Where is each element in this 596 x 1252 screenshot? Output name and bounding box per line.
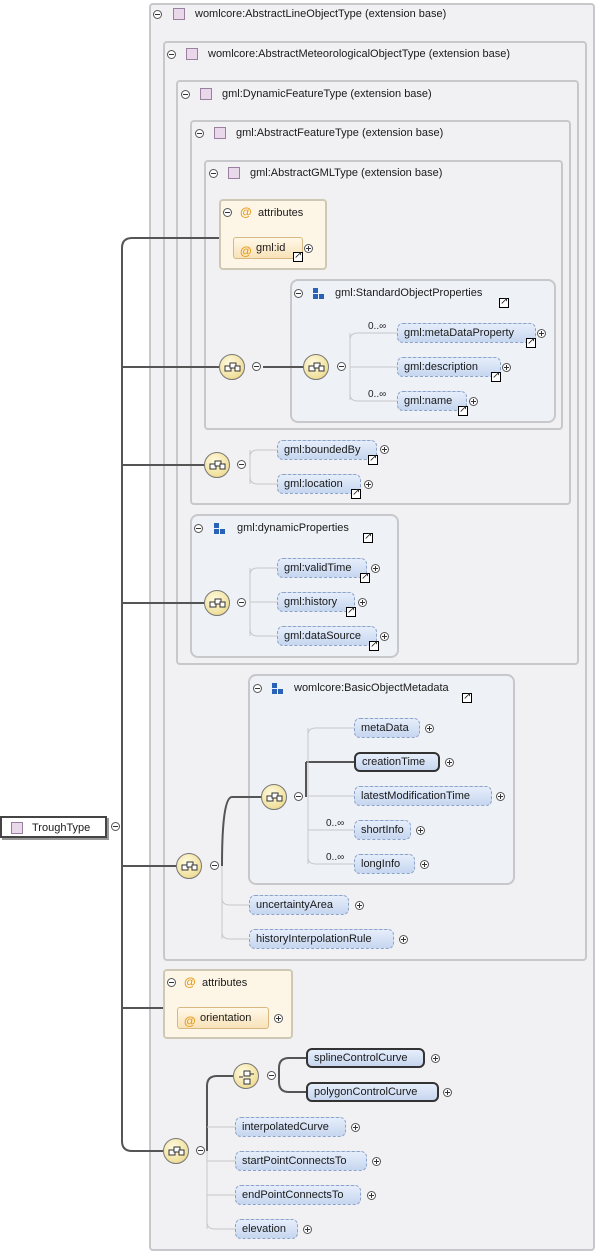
collapse-icon[interactable] bbox=[210, 861, 219, 870]
sequence-compositor-icon[interactable] bbox=[261, 784, 287, 810]
collapse-icon[interactable] bbox=[294, 792, 303, 801]
schema-diagram: womlcore:AbstractLineObjectType (extensi… bbox=[0, 0, 596, 1252]
sequence-compositor-icon[interactable] bbox=[204, 452, 230, 478]
type-square-icon bbox=[11, 822, 23, 834]
collapse-icon[interactable] bbox=[252, 362, 261, 371]
choice-compositor-icon[interactable] bbox=[233, 1063, 259, 1089]
root-type-trough-type[interactable]: TroughType bbox=[0, 816, 107, 838]
collapse-icon[interactable] bbox=[111, 822, 120, 831]
sequence-compositor-icon[interactable] bbox=[176, 853, 202, 879]
sequence-compositor-icon[interactable] bbox=[303, 354, 329, 380]
collapse-icon[interactable] bbox=[237, 460, 246, 469]
sequence-compositor-icon[interactable] bbox=[219, 354, 245, 380]
collapse-icon[interactable] bbox=[237, 598, 246, 607]
collapse-icon[interactable] bbox=[267, 1071, 276, 1080]
connector-lines bbox=[121, 237, 397, 1230]
sequence-compositor-icon[interactable] bbox=[204, 590, 230, 616]
collapse-icon[interactable] bbox=[337, 362, 346, 371]
root-type-label: TroughType bbox=[32, 822, 91, 834]
collapse-icon[interactable] bbox=[196, 1146, 205, 1155]
sequence-compositor-icon[interactable] bbox=[163, 1138, 189, 1164]
